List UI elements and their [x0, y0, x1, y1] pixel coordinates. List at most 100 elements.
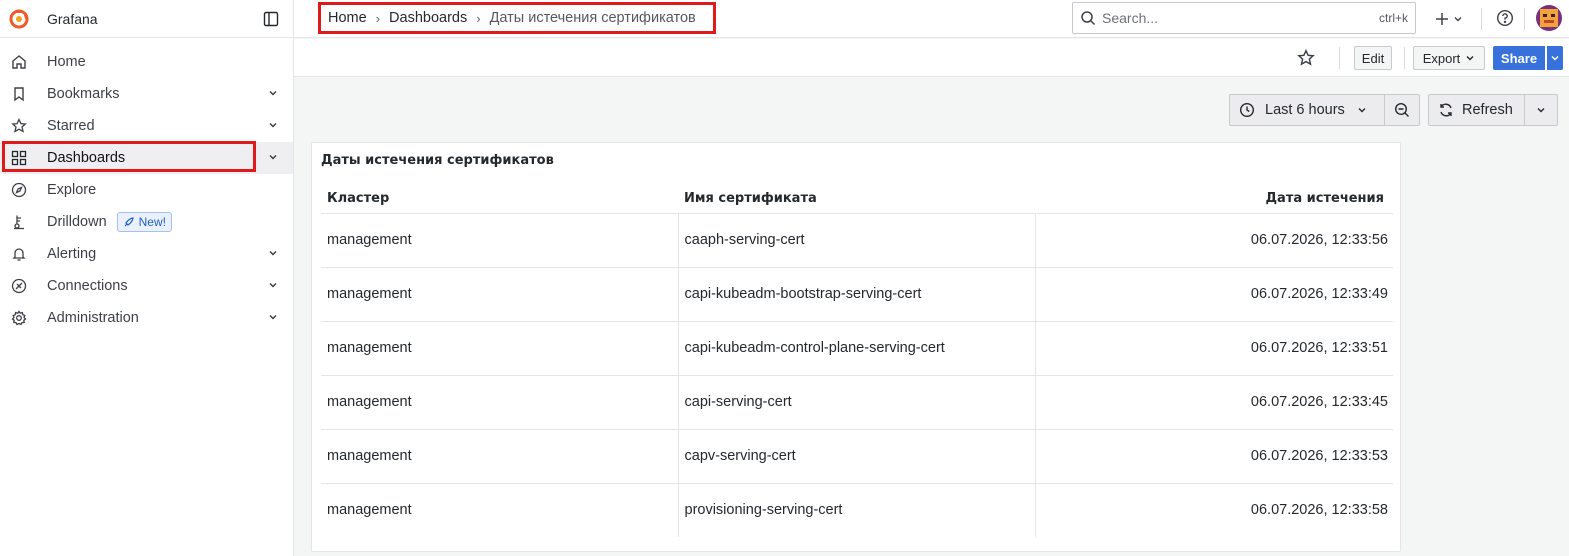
sidebar-item-starred[interactable]: Starred: [0, 110, 293, 142]
table-row: management capv-serving-cert 06.07.2026,…: [321, 429, 1393, 484]
zoom-out-icon: [1394, 102, 1409, 117]
edit-button-label: Edit: [1361, 50, 1385, 66]
share-dropdown-button[interactable]: [1547, 46, 1563, 70]
divider: [1404, 47, 1405, 69]
column-header-cluster[interactable]: Кластер: [321, 185, 678, 214]
table-row: management caaph-serving-cert 06.07.2026…: [321, 213, 1393, 268]
chevron-down-icon[interactable]: [267, 311, 279, 323]
chevron-down-icon: [1551, 56, 1559, 61]
cell-cluster: management: [321, 267, 678, 322]
zoom-out-button[interactable]: [1385, 95, 1419, 125]
edit-button[interactable]: Edit: [1354, 46, 1392, 70]
app-name: Grafana: [47, 10, 98, 27]
chevron-down-icon[interactable]: [267, 87, 279, 99]
search-box[interactable]: ctrl+k: [1072, 2, 1416, 34]
sidebar-item-label: Alerting: [47, 246, 97, 262]
time-range-button[interactable]: Last 6 hours: [1230, 95, 1385, 125]
cell-cert-name: capi-serving-cert: [677, 375, 1035, 430]
sidebar-item-explore[interactable]: Explore: [0, 174, 293, 206]
sidebar-item-connections[interactable]: Connections: [0, 270, 293, 302]
cell-cluster: management: [327, 502, 412, 519]
chevron-down-icon[interactable]: [267, 279, 279, 291]
clock-icon: [1239, 102, 1255, 118]
sidebar-nav: Home Bookmarks Starred Dashboards Explor…: [0, 38, 293, 334]
sidebar-item-label: Bookmarks: [47, 86, 120, 102]
refresh-interval-dropdown[interactable]: [1525, 95, 1557, 125]
search-input[interactable]: [1102, 10, 1379, 26]
chevron-right-icon: ›: [375, 10, 381, 26]
star-icon[interactable]: [1297, 49, 1315, 67]
help-icon[interactable]: [1496, 9, 1514, 27]
column-header-cert-name[interactable]: Имя сертификата: [678, 185, 1035, 214]
breadcrumb: Home › Dashboards › Даты истечения серти…: [318, 2, 716, 34]
plus-icon: [1436, 13, 1448, 25]
chevron-down-icon: [1537, 108, 1545, 113]
breadcrumb-dashboards[interactable]: Dashboards: [389, 10, 467, 26]
new-button[interactable]: [1435, 9, 1467, 29]
cell-cert-name: caaph-serving-cert: [677, 213, 1035, 268]
divider: [1481, 8, 1482, 30]
gear-icon: [10, 309, 28, 327]
cell-expiry-date: 06.07.2026, 12:33:45: [1034, 375, 1393, 430]
divider: [1339, 47, 1340, 69]
sidebar-item-home[interactable]: Home: [0, 46, 293, 78]
cell-expiry-date: 06.07.2026, 12:33:56: [1034, 213, 1393, 268]
search-shortcut: ctrl+k: [1378, 11, 1408, 25]
panel-title[interactable]: Даты истечения сертификатов: [321, 153, 554, 168]
sidebar-item-alerting[interactable]: Alerting: [0, 238, 293, 270]
search-icon: [1080, 10, 1096, 26]
star-icon: [10, 117, 28, 135]
drilldown-icon: [10, 213, 28, 231]
table-panel: Даты истечения сертификатов Кластер Имя …: [311, 142, 1401, 552]
dock-menu-icon[interactable]: [261, 9, 281, 29]
sidebar-item-label: Dashboards: [47, 150, 126, 166]
chevron-down-icon[interactable]: [267, 151, 279, 163]
cell-cluster: management: [321, 375, 678, 430]
dashboards-icon: [10, 149, 28, 167]
share-button-label: Share: [1500, 50, 1538, 66]
chevron-down-icon: [1454, 17, 1462, 22]
refresh-picker: Refresh: [1428, 94, 1558, 126]
refresh-button[interactable]: Refresh: [1429, 95, 1525, 125]
sidebar-item-label: Administration: [47, 310, 139, 326]
share-button[interactable]: Share: [1493, 46, 1545, 70]
table-row: management provisioning-serving-cert 06.…: [321, 483, 1393, 537]
time-picker: Last 6 hours: [1229, 94, 1420, 126]
chevron-right-icon: ›: [476, 10, 481, 26]
avatar[interactable]: [1536, 5, 1562, 31]
column-header-expiry-date[interactable]: Дата истечения: [1035, 185, 1393, 214]
table-row: management capi-kubeadm-control-plane-se…: [321, 321, 1393, 376]
grafana-logo-icon[interactable]: [9, 9, 29, 29]
sidebar-item-label: Connections: [47, 278, 128, 294]
new-badge-label: New!: [138, 215, 166, 229]
sidebar-item-administration[interactable]: Administration: [0, 302, 293, 334]
chevron-down-icon[interactable]: [267, 119, 279, 131]
table-header-row: Кластер Имя сертификата Дата истечения: [321, 185, 1393, 214]
sidebar-item-drilldown[interactable]: Drilldown New!: [0, 206, 293, 238]
cell-cluster: management: [321, 213, 678, 268]
sidebar-item-dashboards[interactable]: Dashboards: [0, 142, 293, 174]
rocket-icon: [124, 217, 134, 227]
breadcrumb-current: Даты истечения сертификатов: [489, 10, 696, 26]
certificates-table: Кластер Имя сертификата Дата истечения m…: [321, 185, 1393, 537]
table-row: management capi-serving-cert 06.07.2026,…: [321, 375, 1393, 430]
chevron-down-icon: [1358, 108, 1366, 113]
chevron-down-icon: [1466, 56, 1474, 61]
breadcrumb-home[interactable]: Home: [328, 10, 367, 26]
bookmark-icon: [10, 85, 28, 103]
dashboard-toolbar: Edit Export Share: [294, 39, 1569, 77]
cell-cert-name: capi-kubeadm-bootstrap-serving-cert: [677, 267, 1035, 322]
divider: [1524, 8, 1525, 30]
export-button[interactable]: Export: [1413, 46, 1485, 70]
sidebar-item-label: Starred: [47, 118, 95, 134]
sidebar-item-bookmarks[interactable]: Bookmarks: [0, 78, 293, 110]
sidebar-header: Grafana: [0, 0, 293, 38]
cell-expiry-date: 06.07.2026, 12:33:58: [1034, 483, 1393, 537]
home-icon: [10, 53, 28, 71]
table-row: management capi-kubeadm-bootstrap-servin…: [321, 267, 1393, 322]
sidebar-item-label: Drilldown: [47, 214, 107, 230]
sidebar-item-label: Home: [47, 54, 86, 70]
export-button-label: Export: [1422, 50, 1461, 66]
chevron-down-icon[interactable]: [267, 247, 279, 259]
connections-icon: [10, 277, 28, 295]
